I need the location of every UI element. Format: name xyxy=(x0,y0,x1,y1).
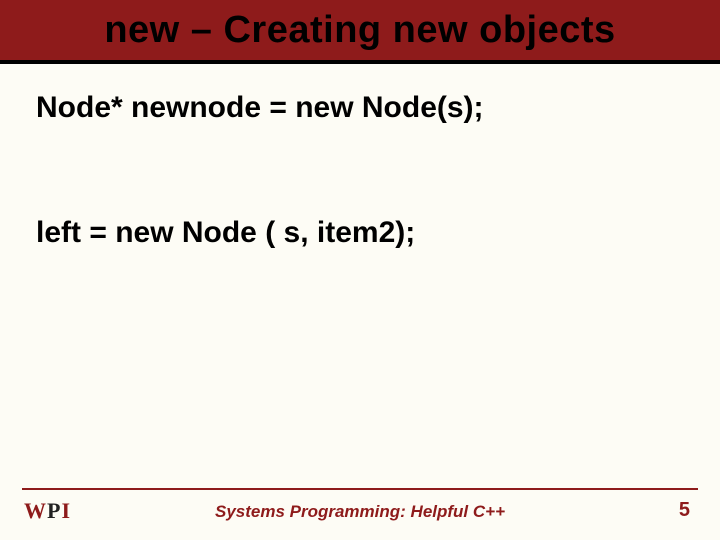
slide-footer: WPI Systems Programming: Helpful C++ 5 xyxy=(0,488,720,528)
code-line-1: Node* newnode = new Node(s); xyxy=(36,88,684,129)
title-bar: new – Creating new objects xyxy=(0,0,720,64)
code-line-2: left = new Node ( s, item2); xyxy=(36,213,684,254)
slide-body: Node* newnode = new Node(s); left = new … xyxy=(0,64,720,253)
page-number: 5 xyxy=(679,499,690,522)
footer-caption: Systems Programming: Helpful C++ xyxy=(0,502,720,522)
slide-title: new – Creating new objects xyxy=(104,9,615,52)
footer-divider xyxy=(22,488,698,490)
